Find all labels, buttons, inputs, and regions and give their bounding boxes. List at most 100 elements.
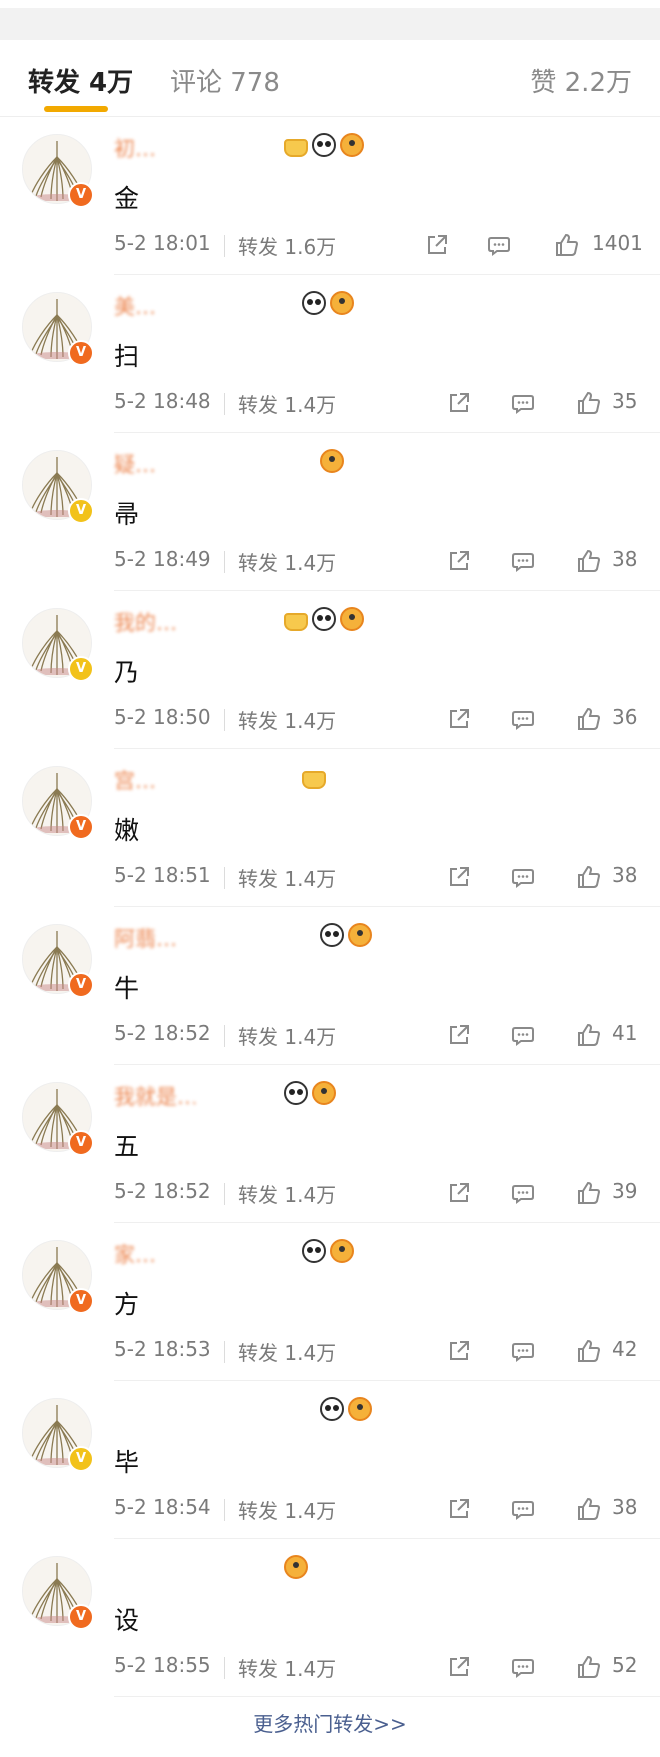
repost-count[interactable]: 转发 1.4万	[238, 547, 336, 576]
comment-icon[interactable]	[510, 548, 536, 574]
repost-count[interactable]: 转发 1.4万	[238, 1495, 336, 1524]
username[interactable]: 我的…	[114, 607, 414, 635]
username[interactable]: 家…	[114, 1239, 414, 1267]
list-item[interactable]: V 我的… 乃 5-2 18:50 转发 1.4万 36	[0, 591, 660, 749]
username[interactable]	[114, 1555, 414, 1581]
repost-content: 帚	[114, 500, 140, 529]
share-icon[interactable]	[446, 1022, 472, 1048]
comment-icon[interactable]	[510, 1496, 536, 1522]
like-icon[interactable]	[576, 1654, 602, 1680]
username-text: 初…	[114, 137, 156, 161]
comment-icon[interactable]	[510, 1022, 536, 1048]
like-count: 42	[612, 1337, 638, 1361]
repost-count[interactable]: 转发 1.4万	[238, 1337, 336, 1366]
repost-content: 扫	[114, 342, 140, 371]
more-reposts-link[interactable]: 更多热门转发>>	[0, 1708, 660, 1737]
crown-emoji-icon	[284, 139, 308, 157]
username-text: 我就是…	[114, 1085, 198, 1109]
divider	[224, 393, 225, 415]
meta-row: 5-2 18:50 转发 1.4万 36	[114, 705, 644, 735]
meta-row: 5-2 18:51 转发 1.4万 38	[114, 863, 644, 893]
list-item[interactable]: V 设 5-2 18:55 转发 1.4万 52	[0, 1539, 660, 1697]
like-count: 38	[612, 547, 638, 571]
divider	[224, 867, 225, 889]
repost-count[interactable]: 转发 1.4万	[238, 1653, 336, 1682]
list-item[interactable]: V 毕 5-2 18:54 转发 1.4万 38	[0, 1381, 660, 1539]
list-item[interactable]: V 疑… 帚 5-2 18:49 转发 1.4万 38	[0, 433, 660, 591]
timestamp: 5-2 18:50	[114, 705, 211, 729]
list-item[interactable]: V 家… 方 5-2 18:53 转发 1.4万 42	[0, 1223, 660, 1381]
share-icon[interactable]	[446, 1654, 472, 1680]
timestamp: 5-2 18:51	[114, 863, 211, 887]
comment-icon[interactable]	[510, 1338, 536, 1364]
like-icon[interactable]	[576, 1338, 602, 1364]
repost-count[interactable]: 转发 1.4万	[238, 863, 336, 892]
like-icon[interactable]	[576, 548, 602, 574]
repost-count[interactable]: 转发 1.4万	[238, 389, 336, 418]
username-text: 美…	[114, 295, 156, 319]
divider	[224, 1183, 225, 1205]
username[interactable]: 我就是…	[114, 1081, 414, 1109]
meta-row: 5-2 18:52 转发 1.4万 41	[114, 1021, 644, 1051]
tab-like[interactable]: 赞 2.2万	[530, 62, 632, 99]
share-icon[interactable]	[446, 390, 472, 416]
like-icon[interactable]	[576, 1496, 602, 1522]
fish-emoji-icon	[330, 291, 354, 315]
share-icon[interactable]	[446, 864, 472, 890]
username[interactable]: 美…	[114, 291, 414, 319]
share-icon[interactable]	[424, 232, 450, 258]
username[interactable]: 阿翡…	[114, 923, 414, 951]
like-icon[interactable]	[554, 232, 580, 258]
like-icon[interactable]	[576, 1022, 602, 1048]
username[interactable]: 疑…	[114, 449, 414, 477]
like-icon[interactable]	[576, 1180, 602, 1206]
like-icon[interactable]	[576, 706, 602, 732]
repost-count[interactable]: 转发 1.4万	[238, 1021, 336, 1050]
username-text: 疑…	[114, 453, 156, 477]
verified-badge-icon: V	[68, 1130, 94, 1156]
meta-row: 5-2 18:52 转发 1.4万 39	[114, 1179, 644, 1209]
comment-icon[interactable]	[510, 1180, 536, 1206]
row-divider	[114, 1696, 660, 1697]
tab-comment[interactable]: 评论 778	[170, 62, 280, 99]
repost-count[interactable]: 转发 1.4万	[238, 705, 336, 734]
name-redaction	[174, 137, 274, 155]
repost-count[interactable]: 转发 1.4万	[238, 1179, 336, 1208]
divider	[224, 551, 225, 573]
share-icon[interactable]	[446, 706, 472, 732]
like-icon[interactable]	[576, 390, 602, 416]
username-text: 我的…	[114, 611, 177, 635]
repost-count[interactable]: 转发 1.6万	[238, 231, 336, 260]
timestamp: 5-2 18:52	[114, 1179, 211, 1203]
username[interactable]	[114, 1397, 414, 1423]
verified-badge-icon: V	[68, 182, 94, 208]
list-item[interactable]: V 宫… 嫩 5-2 18:51 转发 1.4万 38	[0, 749, 660, 907]
comment-icon[interactable]	[510, 390, 536, 416]
timestamp: 5-2 18:48	[114, 389, 211, 413]
share-icon[interactable]	[446, 548, 472, 574]
comment-icon[interactable]	[510, 706, 536, 732]
comment-icon[interactable]	[486, 232, 512, 258]
share-icon[interactable]	[446, 1180, 472, 1206]
username-text: 阿翡…	[114, 927, 177, 951]
share-icon[interactable]	[446, 1338, 472, 1364]
verified-badge-icon: V	[68, 972, 94, 998]
list-item[interactable]: V 我就是… 五 5-2 18:52 转发 1.4万 39	[0, 1065, 660, 1223]
username[interactable]: 初…	[114, 133, 414, 161]
verified-badge-icon: V	[68, 1446, 94, 1472]
share-icon[interactable]	[446, 1496, 472, 1522]
fish-emoji-icon	[340, 133, 364, 157]
username[interactable]: 宫…	[114, 765, 414, 793]
list-item[interactable]: V 美… 扫 5-2 18:48 转发 1.4万 35	[0, 275, 660, 433]
tab-repost[interactable]: 转发 4万	[28, 62, 133, 99]
list-item[interactable]: V 初… 金 5-2 18:01 转发 1.6万 1401	[0, 117, 660, 275]
meta-row: 5-2 18:48 转发 1.4万 35	[114, 389, 644, 419]
username-text: 家…	[114, 1243, 156, 1267]
name-redaction	[198, 611, 298, 629]
verified-badge-icon: V	[68, 814, 94, 840]
comment-icon[interactable]	[510, 864, 536, 890]
fish-emoji-icon	[284, 1555, 308, 1579]
like-icon[interactable]	[576, 864, 602, 890]
list-item[interactable]: V 阿翡… 牛 5-2 18:52 转发 1.4万 41	[0, 907, 660, 1065]
comment-icon[interactable]	[510, 1654, 536, 1680]
